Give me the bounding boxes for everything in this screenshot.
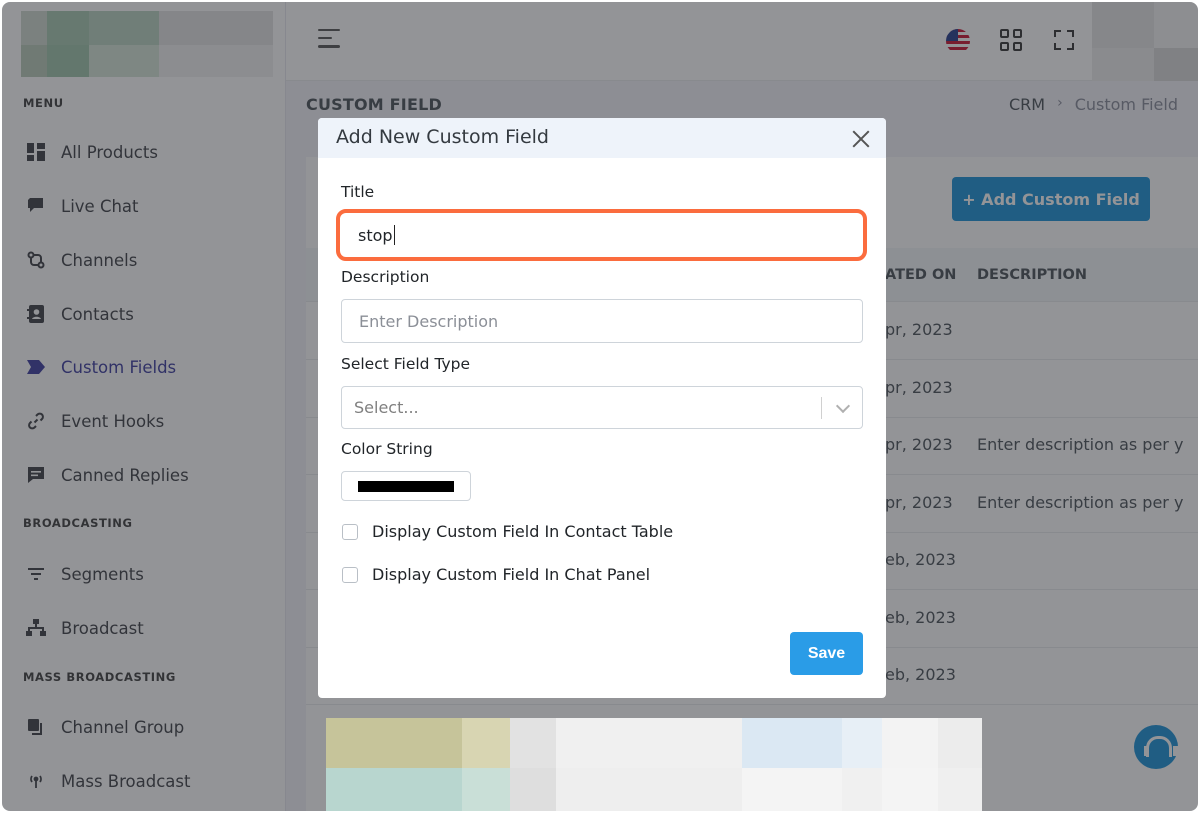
field-type-select[interactable]: Select... <box>341 386 863 429</box>
field-type-placeholder: Select... <box>354 398 419 417</box>
description-placeholder: Enter Description <box>359 311 499 331</box>
title-input-value: stop <box>358 225 393 245</box>
close-icon[interactable] <box>850 128 872 150</box>
save-button[interactable]: Save <box>790 632 863 675</box>
redacted-content <box>326 718 982 811</box>
field-type-label: Select Field Type <box>341 355 471 373</box>
chat-panel-checkbox-row[interactable]: Display Custom Field In Chat Panel <box>342 565 650 584</box>
text-cursor <box>393 225 395 245</box>
select-separator <box>821 397 822 419</box>
contact-table-checkbox-label: Display Custom Field In Contact Table <box>372 522 674 541</box>
add-custom-field-modal: Add New Custom Field Title stop Descript… <box>318 118 886 698</box>
description-label: Description <box>341 268 430 286</box>
chat-panel-checkbox-label: Display Custom Field In Chat Panel <box>372 565 651 584</box>
color-picker[interactable] <box>341 471 471 501</box>
title-label: Title <box>341 183 375 201</box>
contact-table-checkbox-row[interactable]: Display Custom Field In Contact Table <box>342 522 673 541</box>
chevron-down-icon[interactable] <box>835 398 851 414</box>
color-string-label: Color String <box>341 440 433 458</box>
app-window: MENU All Products Live Chat Channels Con… <box>2 2 1198 811</box>
modal-header: Add New Custom Field <box>318 118 886 158</box>
description-input[interactable]: Enter Description <box>341 299 863 343</box>
contact-table-checkbox[interactable] <box>342 523 358 540</box>
title-input[interactable]: stop <box>336 209 867 261</box>
chat-panel-checkbox[interactable] <box>342 566 358 583</box>
modal-title: Add New Custom Field <box>336 126 549 148</box>
color-swatch <box>358 481 454 492</box>
